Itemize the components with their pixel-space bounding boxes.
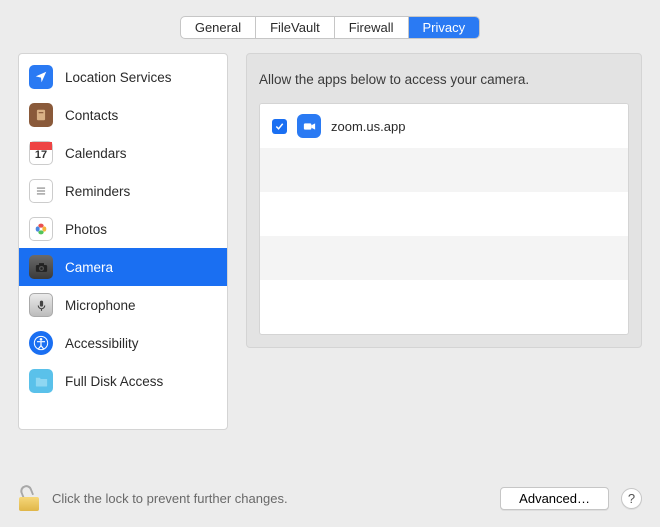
tab-filevault[interactable]: FileVault (256, 17, 335, 38)
sidebar-item-label: Full Disk Access (65, 374, 163, 389)
footer: Click the lock to prevent further change… (0, 469, 660, 527)
sidebar-item-label: Microphone (65, 298, 136, 313)
privacy-sidebar: Location Services Contacts 17 Calendars … (18, 53, 228, 430)
tab-privacy[interactable]: Privacy (409, 17, 480, 38)
tab-segment: General FileVault Firewall Privacy (180, 16, 480, 39)
lock-icon[interactable] (18, 485, 40, 511)
app-row-empty (260, 148, 628, 192)
folder-icon (29, 369, 53, 393)
tab-firewall[interactable]: Firewall (335, 17, 409, 38)
accessibility-icon (29, 331, 53, 355)
calendar-icon: 17 (29, 141, 53, 165)
lock-text: Click the lock to prevent further change… (52, 491, 488, 506)
sidebar-item-contacts[interactable]: Contacts (19, 96, 227, 134)
app-row-zoom[interactable]: zoom.us.app (260, 104, 628, 148)
sidebar-item-label: Photos (65, 222, 107, 237)
sidebar-item-label: Camera (65, 260, 113, 275)
microphone-icon (29, 293, 53, 317)
app-row-empty (260, 192, 628, 236)
video-icon (297, 114, 321, 138)
sidebar-item-label: Calendars (65, 146, 127, 161)
reminders-icon (29, 179, 53, 203)
tab-bar: General FileVault Firewall Privacy (0, 0, 660, 39)
sidebar-item-microphone[interactable]: Microphone (19, 286, 227, 324)
sidebar-item-calendars[interactable]: 17 Calendars (19, 134, 227, 172)
contacts-icon (29, 103, 53, 127)
sidebar-item-label: Accessibility (65, 336, 139, 351)
sidebar-item-label: Contacts (65, 108, 118, 123)
content-panel: Location Services Contacts 17 Calendars … (18, 53, 642, 430)
sidebar-item-camera[interactable]: Camera (19, 248, 227, 286)
photos-icon (29, 217, 53, 241)
app-row-empty (260, 236, 628, 280)
main-heading: Allow the apps below to access your came… (247, 54, 641, 103)
tab-general[interactable]: General (181, 17, 256, 38)
camera-icon (29, 255, 53, 279)
sidebar-item-label: Location Services (65, 70, 172, 85)
sidebar-item-accessibility[interactable]: Accessibility (19, 324, 227, 362)
app-checkbox[interactable] (272, 119, 287, 134)
main-pane: Allow the apps below to access your came… (246, 53, 642, 348)
advanced-button[interactable]: Advanced… (500, 487, 609, 510)
app-label: zoom.us.app (331, 119, 405, 134)
sidebar-item-label: Reminders (65, 184, 130, 199)
location-arrow-icon (29, 65, 53, 89)
sidebar-item-full-disk-access[interactable]: Full Disk Access (19, 362, 227, 400)
help-button[interactable]: ? (621, 488, 642, 509)
sidebar-item-reminders[interactable]: Reminders (19, 172, 227, 210)
sidebar-item-photos[interactable]: Photos (19, 210, 227, 248)
calendar-day: 17 (35, 150, 47, 161)
app-list: zoom.us.app (259, 103, 629, 335)
sidebar-item-location-services[interactable]: Location Services (19, 58, 227, 96)
